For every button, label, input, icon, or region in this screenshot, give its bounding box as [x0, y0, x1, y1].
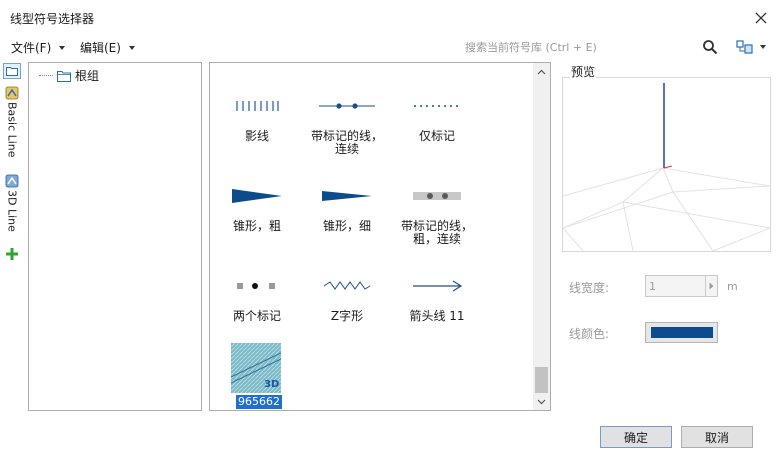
taper-thin-icon	[322, 191, 372, 201]
symbol-preview	[402, 274, 472, 298]
tab-folder-view[interactable]	[3, 63, 21, 79]
symbol-taper-thin[interactable]: 锥形，细	[302, 164, 392, 246]
symbol-gallery: 影线 带标记的线， 连续 仅标记 锥形，粗 锥形，细 带标记的线， 粗，连续 两…	[209, 62, 551, 411]
folder-icon	[6, 67, 18, 76]
menu-edit[interactable]: 编辑(E)	[80, 39, 135, 56]
symbol-label: 带标记的线， 连续	[310, 129, 383, 156]
gallery-scrollbar[interactable]	[533, 63, 550, 410]
chevron-down-icon	[59, 45, 66, 50]
line-width-unit: m	[727, 280, 738, 293]
scroll-up-button[interactable]	[533, 63, 550, 80]
cancel-button[interactable]: 取消	[681, 426, 753, 448]
view-mode-button[interactable]	[736, 38, 770, 56]
line-markers-icon	[319, 103, 375, 109]
library-tabs: Basic Line 3D Line	[0, 62, 24, 412]
symbol-preview	[312, 184, 382, 208]
chevron-up-icon	[537, 69, 546, 74]
zigzag-icon	[323, 281, 371, 290]
scroll-down-button[interactable]	[533, 393, 550, 410]
menu-file[interactable]: 文件(F)	[11, 39, 66, 56]
dotted-line-icon	[414, 105, 458, 107]
chevron-down-icon	[128, 45, 135, 50]
preview-label: 预览	[570, 63, 597, 80]
arrow-line-icon	[413, 280, 463, 292]
scroll-thumb[interactable]	[535, 367, 548, 393]
symbol-preview	[222, 94, 292, 118]
symbol-hatch[interactable]: 影线	[212, 74, 302, 156]
group-tree: 根组	[28, 62, 202, 411]
3d-line-tab-icon	[5, 174, 19, 188]
symbol-preview	[222, 274, 292, 298]
symbol-taper-thick[interactable]: 锥形，粗	[212, 164, 302, 246]
search-icon[interactable]	[702, 39, 718, 55]
line-width-input[interactable]	[646, 276, 706, 296]
ok-button[interactable]: 确定	[600, 426, 672, 448]
tree-connector	[39, 75, 53, 76]
chevron-right-icon	[709, 282, 714, 290]
symbol-arrow-line[interactable]: 箭头线 11	[392, 254, 482, 336]
chevron-down-icon	[537, 399, 546, 404]
symbol-label: 两个标记	[232, 309, 281, 323]
symbol-line-with-markers[interactable]: 带标记的线， 连续	[302, 74, 392, 156]
tree-node-label: 根组	[75, 69, 100, 83]
thick-markers-icon	[413, 192, 461, 200]
symbol-label: 锥形，粗	[232, 219, 281, 233]
spin-right-button[interactable]	[705, 276, 717, 296]
line-width-stepper[interactable]	[645, 275, 718, 297]
symbol-preview	[402, 184, 472, 208]
symbol-label: 带标记的线， 粗，连续	[400, 219, 473, 246]
symbol-zigzag[interactable]: Z字形	[302, 254, 392, 336]
close-button[interactable]	[751, 8, 771, 28]
line-color-swatch	[651, 327, 713, 338]
symbol-markers-only[interactable]: 仅标记	[392, 74, 482, 156]
symbol-label: 影线	[244, 129, 269, 143]
tab-3d-line[interactable]: 3D Line	[2, 174, 22, 232]
search-box	[460, 37, 722, 57]
view-mode-icon	[736, 40, 753, 54]
line-color-button[interactable]	[645, 322, 718, 343]
menu-file-label: 文件(F)	[11, 41, 52, 55]
two-markers-icon	[237, 283, 275, 289]
tree-node-root[interactable]: 根组	[39, 67, 99, 84]
add-icon[interactable]	[4, 246, 20, 262]
symbol-label: 仅标记	[418, 129, 455, 143]
close-icon	[755, 12, 767, 24]
symbol-label: 箭头线 11	[409, 309, 465, 323]
3d-preview-graphic	[562, 83, 771, 252]
taper-thick-icon	[232, 189, 282, 203]
symbol-preview	[312, 94, 382, 118]
chevron-down-icon	[760, 45, 766, 49]
symbol-label: Z字形	[330, 309, 364, 323]
symbol-preview	[312, 274, 382, 298]
symbol-label-selected: 965662	[236, 395, 282, 409]
symbol-label: 锥形，细	[322, 219, 371, 233]
symbol-thick-with-markers[interactable]: 带标记的线， 粗，连续	[392, 164, 482, 246]
tab-basic-line-label: Basic Line	[5, 102, 19, 158]
tab-3d-line-label: 3D Line	[5, 190, 19, 232]
window-title: 线型符号选择器	[10, 12, 95, 26]
menu-edit-label: 编辑(E)	[80, 41, 121, 55]
symbol-preview	[222, 184, 292, 208]
symbol-3d-selected[interactable]: 3D 965662	[212, 333, 302, 410]
preview-canvas	[562, 77, 771, 252]
symbol-preview	[402, 94, 472, 118]
line-width-label: 线宽度:	[569, 281, 610, 295]
search-input[interactable]	[460, 37, 700, 57]
tab-basic-line[interactable]: Basic Line	[2, 86, 22, 158]
title-bar: 线型符号选择器	[0, 0, 779, 34]
symbol-two-markers[interactable]: 两个标记	[212, 254, 302, 336]
line-color-label: 线颜色:	[569, 327, 610, 341]
preview-group: 预览	[561, 62, 772, 252]
3d-badge: 3D	[264, 379, 280, 390]
folder-icon	[57, 70, 71, 82]
hatch-line-icon	[236, 101, 279, 111]
basic-line-tab-icon	[5, 86, 19, 100]
